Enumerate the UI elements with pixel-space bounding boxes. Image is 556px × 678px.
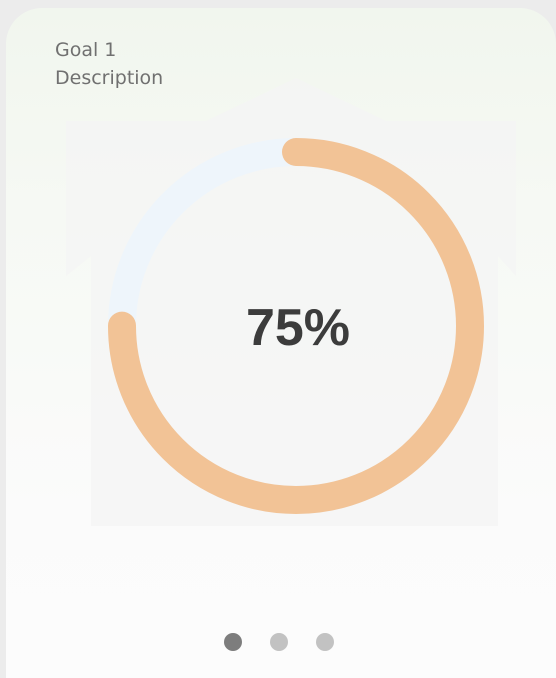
goal-card[interactable]: Goal 1 Description 75%	[6, 8, 556, 678]
progress-percent-label: 75%	[245, 299, 351, 357]
screen: Goal 1 Description 75%	[0, 0, 556, 678]
goal-title: Goal 1	[55, 39, 117, 61]
page-indicator[interactable]	[224, 632, 334, 652]
page-dot-2[interactable]	[270, 633, 288, 651]
page-dot-1[interactable]	[224, 633, 242, 651]
page-dot-3[interactable]	[316, 633, 334, 651]
